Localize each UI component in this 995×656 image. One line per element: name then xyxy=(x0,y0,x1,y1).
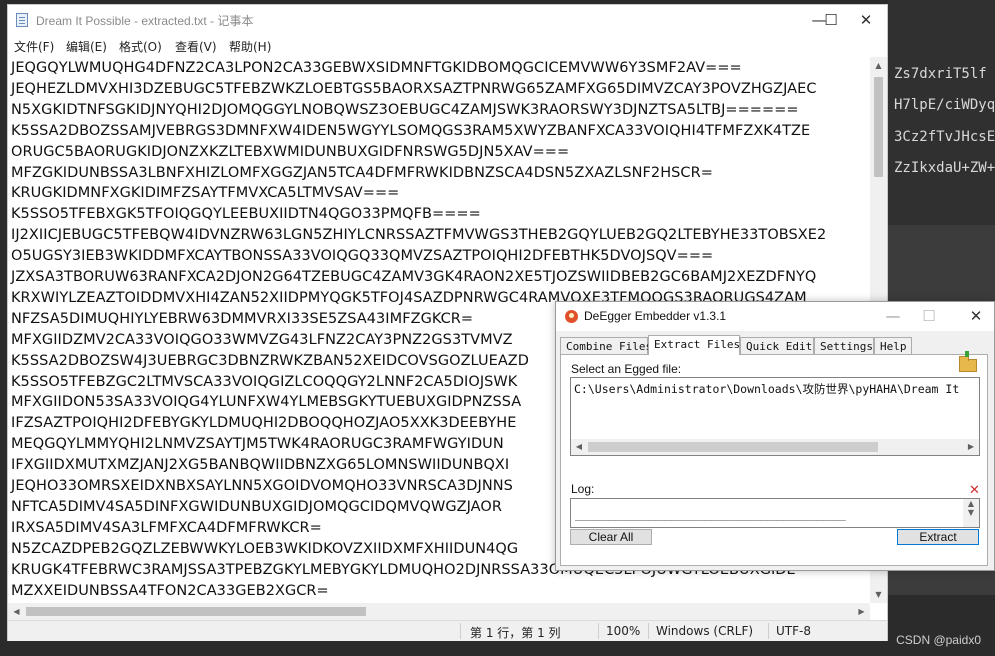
background-code-line: 3Cz2fTvJHcsE xyxy=(894,129,995,145)
text-line: MFXGIIDON53SA33VOIQG4YLUNFXW4YLMEBSGKYTU… xyxy=(11,394,522,411)
scroll-left-arrow-icon[interactable]: ◀ xyxy=(8,603,25,620)
text-line: K5SSO5TFEBXGK5TFOIQGQYLEEBUXIIDTN4QGO33P… xyxy=(11,206,481,223)
scroll-down-arrow-icon[interactable]: ▼ xyxy=(870,586,887,603)
menu-file[interactable]: 文件(F) xyxy=(14,38,54,55)
scroll-right-arrow-icon[interactable]: ▶ xyxy=(963,439,979,455)
status-line-ending: Windows (CRLF) xyxy=(656,624,754,638)
degger-app-icon xyxy=(565,310,578,323)
scroll-right-arrow-icon[interactable]: ▶ xyxy=(853,603,870,620)
file-field-scroll-thumb[interactable] xyxy=(588,442,878,452)
degger-close-button[interactable]: ✕ xyxy=(958,302,994,331)
horizontal-scroll-thumb[interactable] xyxy=(26,607,366,616)
notepad-maximize-button[interactable]: ☐ xyxy=(819,5,843,35)
file-field-horizontal-scrollbar[interactable]: ◀ ▶ xyxy=(571,439,979,455)
text-line: JEQHO33OMRSXEIDXNBXSAYLNN5XGOIDVOMQHO33V… xyxy=(11,478,513,494)
status-divider xyxy=(768,623,769,639)
tab-quick-edit[interactable]: Quick Edit xyxy=(740,337,814,354)
background-code-line: Zs7dxriT5lf xyxy=(894,66,987,82)
text-line: K5SSA2DBOZSSAMJVEBRGS3DMNFXW4IDEN5WGYYLS… xyxy=(11,122,811,139)
text-line: K5SSA2DBOZSW4J3UEBRGC3DBNZRWKZBAN52XEIDC… xyxy=(11,352,530,369)
text-line: MFZGKIDUNBSSA3LBNFXHIZLOMFXGGZJAN5TCA4DF… xyxy=(11,164,713,181)
text-line: MZXXEIDUNBSSA4TFON2CA33GEB2XGCR= xyxy=(11,582,329,599)
text-line: JEQHEZLDMVXHI3DZEBUGC5TFEBZWKZLOEBTGS5BA… xyxy=(11,80,817,97)
scroll-up-arrow-icon[interactable]: ▲ xyxy=(870,57,887,74)
scroll-left-arrow-icon[interactable]: ◀ xyxy=(571,439,587,455)
log-label: Log: xyxy=(571,482,595,496)
degger-maximize-button[interactable]: ☐ xyxy=(914,302,944,331)
text-line: IFZSAZTPOIQHI2DFEBYGKYLDMUQHI2DBOQQHOZJA… xyxy=(11,415,517,432)
notepad-horizontal-scrollbar[interactable]: ◀ ▶ xyxy=(8,603,870,620)
egged-file-path-text: C:\Users\Administrator\Downloads\攻防世界\py… xyxy=(574,382,960,396)
log-textbox[interactable]: ________________________________________… xyxy=(570,498,980,528)
vertical-scroll-thumb[interactable] xyxy=(874,77,883,177)
open-folder-icon[interactable] xyxy=(959,351,977,372)
notepad-window-title: Dream It Possible - extracted.txt - 记事本 xyxy=(36,14,254,28)
degger-window: DeEgger Embedder v1.3.1 — ☐ ✕ Combine Fi… xyxy=(555,301,995,571)
status-divider xyxy=(648,623,649,639)
degger-window-title: DeEgger Embedder v1.3.1 xyxy=(584,309,727,323)
tab-extract-files[interactable]: Extract Files xyxy=(648,335,740,355)
text-line: MEQGQYLMMYQHI2LNMVZSAYTJM5TWK4RAORUGC3RA… xyxy=(11,436,504,453)
notepad-app-icon xyxy=(16,13,28,27)
tab-help[interactable]: Help xyxy=(874,337,912,354)
status-cursor-position: 第 1 行，第 1 列 xyxy=(470,626,561,640)
menu-edit[interactable]: 编辑(E) xyxy=(66,38,107,55)
text-line: KRUGKIDMNFXGKIDIMFZSAYTFMVXCA5LTMVSAV=== xyxy=(11,185,400,202)
menu-view[interactable]: 查看(V) xyxy=(175,38,217,55)
text-line: O5UGSY3IEB3WKIDDMFXCAYTBONSSA33VOIQGQ33Q… xyxy=(11,248,714,265)
text-line: N5ZCAZDPEB2GQZLZEBWWKYLOEB3WKIDKOVZXIIDX… xyxy=(11,540,519,557)
degger-titlebar[interactable]: DeEgger Embedder v1.3.1 — ☐ ✕ xyxy=(556,302,994,331)
clear-all-button[interactable]: Clear All xyxy=(570,529,652,545)
watermark: CSDN @paidx0 xyxy=(896,633,981,647)
text-line: K5SSO5TFEBZGC2LTMVSCA33VOIQGIZLCOQQGY2LN… xyxy=(11,373,518,390)
text-line: NFTCA5DIMV4SA5DINFXGWIDUNBUXGIDJOMQGCIDQ… xyxy=(11,498,502,515)
extract-button[interactable]: Extract xyxy=(897,529,979,545)
tab-settings[interactable]: Settings xyxy=(814,337,874,354)
notepad-titlebar[interactable]: Dream It Possible - extracted.txt - 记事本 … xyxy=(8,5,887,35)
text-line: ORUGC5BAORUGKIDJONZXKZLTEBXWMIDUNBUXGIDF… xyxy=(11,143,570,160)
text-line: N5XGKIDTNFSGKIDJNYQHI2DJOMQGGYLNOBQWSZ3O… xyxy=(11,101,799,118)
text-line: IRXSA5DIMV4SA3LFMFXCA4DFMFRWKCR= xyxy=(11,519,322,536)
clear-log-icon[interactable]: ✕ xyxy=(969,483,980,498)
extract-files-panel: Select an Egged file: C:\Users\Administr… xyxy=(560,351,988,566)
status-zoom: 100% xyxy=(606,624,641,638)
status-encoding: UTF-8 xyxy=(776,624,811,638)
text-line: JEQGQYLWMUQHG4DFNZ2CA3LPON2CA33GEBWXSIDM… xyxy=(11,60,742,76)
status-divider xyxy=(598,623,599,639)
notepad-statusbar: 第 1 行，第 1 列 100% Windows (CRLF) UTF-8 xyxy=(8,620,887,641)
tab-combine-files[interactable]: Combine Files xyxy=(560,337,652,354)
menu-format[interactable]: 格式(O) xyxy=(119,38,162,55)
log-text: ________________________________________… xyxy=(575,508,846,521)
notepad-close-button[interactable]: ✕ xyxy=(851,5,881,35)
background-code-line: H7lpE/ciWDyq xyxy=(894,97,995,113)
notepad-menubar: 文件(F) 编辑(E) 格式(O) 查看(V) 帮助(H) xyxy=(8,35,887,57)
egged-file-path-field[interactable]: C:\Users\Administrator\Downloads\攻防世界\py… xyxy=(570,377,980,456)
text-line: IFXGIIDXMUTXMZJANJ2XG5BANBQWIIDBNZXG65LO… xyxy=(11,457,510,474)
background-code-line: ZzIkxdaU+ZW+ xyxy=(894,160,995,176)
text-line: MFXGIIDZMV2CA33VOIQGO33WMVZG43LFNZ2CAY3P… xyxy=(11,331,513,348)
menu-help[interactable]: 帮助(H) xyxy=(229,38,271,55)
log-vertical-scrollbar[interactable]: ▲ ▼ xyxy=(963,499,979,527)
text-line: NFZSA5DIMUQHIYLYEBRW63DMMVRXI33SE5ZSA43I… xyxy=(11,310,474,327)
degger-minimize-button[interactable]: — xyxy=(878,302,908,331)
text-line: IJ2XIICJEBUGC5TFEBQW4IDVNZRW63LGN5ZHIYLC… xyxy=(11,227,827,244)
text-line: JZXSA3TBORUW63RANFXCA2DJON2G64TZEBUGC4ZA… xyxy=(11,269,817,285)
select-file-label: Select an Egged file: xyxy=(571,362,682,376)
status-divider xyxy=(460,623,461,639)
